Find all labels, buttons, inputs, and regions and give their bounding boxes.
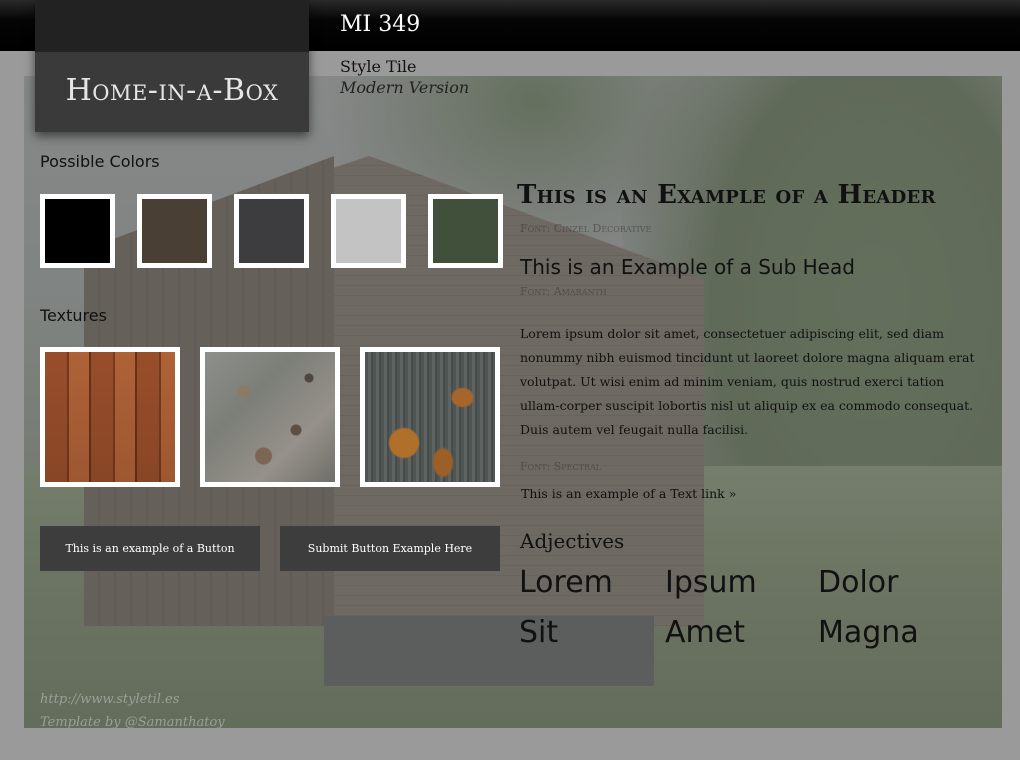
body-paragraph: Lorem ipsum dolor sit amet, consectetuer… [520, 326, 975, 437]
example-text-link[interactable]: This is an example of a Text link » [521, 486, 736, 501]
texture-rust [360, 347, 500, 487]
credits-template: Template by @Samanthatoy [40, 715, 225, 728]
header-font-note: Font: Cinzel Decorative [520, 222, 652, 235]
course-title: MI 349 [340, 12, 421, 37]
adjective-word: Sit [519, 615, 559, 650]
adjective-word: Ipsum [665, 565, 757, 600]
texture-stone [200, 347, 340, 487]
logo-text: Home-in-a-Box [65, 73, 279, 108]
submit-button[interactable]: Submit Button Example Here [280, 526, 500, 571]
logo: Home-in-a-Box [35, 0, 309, 132]
color-swatch-black [40, 194, 115, 268]
example-header: This is an Example of a Header [517, 180, 936, 210]
style-tile-label: Style Tile [340, 57, 417, 76]
adjectives-heading: Adjectives [520, 529, 625, 553]
subhead-font-note: Font: Amaranth [520, 285, 607, 298]
adjective-word: Magna [818, 615, 919, 650]
color-swatch-light-gray [331, 194, 406, 268]
example-subhead: This is an Example of a Sub Head [520, 255, 855, 279]
example-button[interactable]: This is an example of a Button [40, 526, 260, 571]
style-tile-version: Modern Version [340, 78, 470, 97]
adjective-word: Lorem [519, 565, 613, 600]
texture-wood [40, 347, 180, 487]
credits-url[interactable]: http://www.styletil.es [40, 688, 225, 711]
adjective-word: Dolor [818, 565, 899, 600]
colors-heading: Possible Colors [40, 152, 160, 171]
adjective-word: Amet [665, 615, 745, 650]
color-swatch-brown [137, 194, 212, 268]
body-font-note: Font: Spectral [520, 460, 602, 473]
texture-list [40, 347, 500, 487]
color-swatch-charcoal [234, 194, 309, 268]
color-swatches [40, 194, 503, 268]
color-swatch-green [428, 194, 503, 268]
credits: http://www.styletil.es Template by @Sama… [40, 688, 225, 728]
textures-heading: Textures [40, 306, 107, 325]
